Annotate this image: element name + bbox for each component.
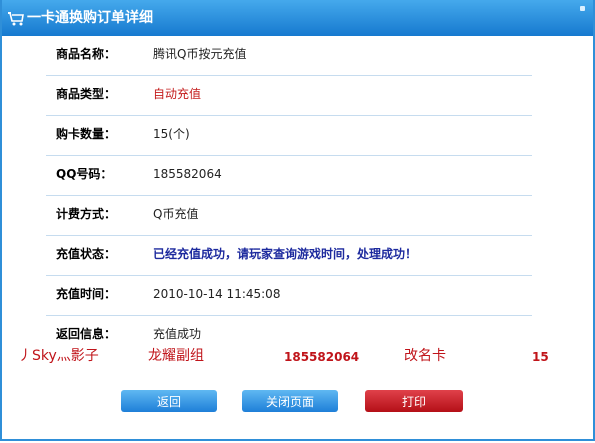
row-qq-number: QQ号码： 185582064 xyxy=(46,156,532,196)
value-recharge-time: 2010-10-14 11:45:08 xyxy=(153,287,281,301)
label-product-type: 商品类型： xyxy=(56,87,117,101)
row-quantity: 购卡数量： 15(个) xyxy=(46,116,532,156)
label-return-info: 返回信息： xyxy=(56,327,117,341)
corner-decoration xyxy=(580,6,585,11)
label-quantity: 购卡数量： xyxy=(56,127,117,141)
value-qq-number: 185582064 xyxy=(153,167,222,181)
title-bar: 一卡通换购订单详细 xyxy=(2,0,593,36)
row-billing-method: 计费方式： Q币充值 xyxy=(46,196,532,236)
order-detail-window: 一卡通换购订单详细 商品名称： 腾讯Q币按元充值 商品类型： 自动充值 购卡数量… xyxy=(0,0,595,441)
back-button-label: 返回 xyxy=(156,395,181,409)
close-page-button-label: 关闭页面 xyxy=(265,395,314,409)
value-billing-method: Q币充值 xyxy=(153,207,199,221)
value-recharge-status: 已经充值成功，请玩家查询游戏时间，处理成功！ xyxy=(153,247,418,261)
label-qq-number: QQ号码： xyxy=(56,167,113,181)
value-quantity: 15(个) xyxy=(153,127,190,141)
row-recharge-status: 充值状态： 已经充值成功，请玩家查询游戏时间，处理成功！ xyxy=(46,236,532,276)
overlay-qq: 185582064 xyxy=(284,350,360,364)
row-product-name: 商品名称： 腾讯Q币按元充值 xyxy=(46,36,532,76)
detail-table: 商品名称： 腾讯Q币按元充值 商品类型： 自动充值 购卡数量： 15(个) QQ… xyxy=(46,36,532,355)
close-page-button[interactable]: 关闭页面 xyxy=(242,390,338,412)
label-recharge-status: 充值状态： xyxy=(56,247,117,261)
value-product-type: 自动充值 xyxy=(153,87,202,101)
label-recharge-time: 充值时间： xyxy=(56,287,117,301)
value-return-info: 充值成功 xyxy=(153,327,202,341)
print-button-label: 打印 xyxy=(401,395,426,409)
overlay-action: 改名卡 xyxy=(404,348,446,364)
overlay-count: 15 xyxy=(532,350,549,364)
window-title: 一卡通换购订单详细 xyxy=(27,10,153,26)
overlay-guild: 龙耀副组 xyxy=(148,348,204,364)
annotation-overlay: 丿Sky灬影子 龙耀副组 185582064 改名卡 15 xyxy=(2,344,593,368)
back-button[interactable]: 返回 xyxy=(121,390,217,412)
shopping-cart-icon xyxy=(8,12,24,26)
print-button[interactable]: 打印 xyxy=(365,390,463,412)
row-product-type: 商品类型： 自动充值 xyxy=(46,76,532,116)
label-product-name: 商品名称： xyxy=(56,47,117,61)
value-product-name: 腾讯Q币按元充值 xyxy=(153,47,247,61)
row-recharge-time: 充值时间： 2010-10-14 11:45:08 xyxy=(46,276,532,316)
label-billing-method: 计费方式： xyxy=(56,207,117,221)
overlay-player-name: 丿Sky灬影子 xyxy=(18,348,99,364)
